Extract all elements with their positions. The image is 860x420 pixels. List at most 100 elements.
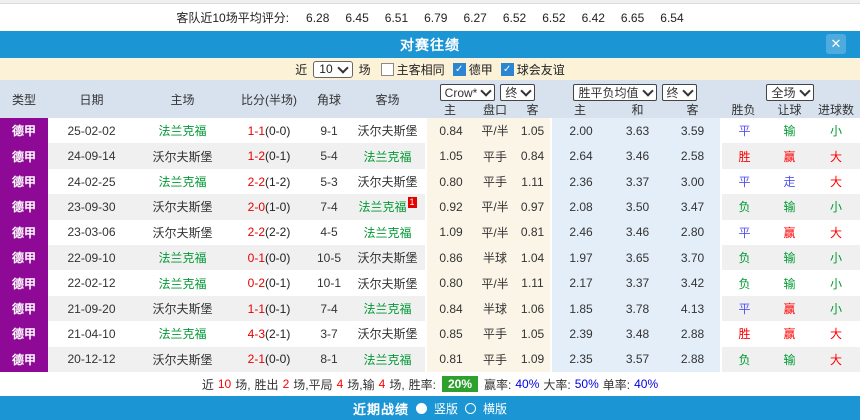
home-team[interactable]: 沃尔夫斯堡 [152, 148, 212, 165]
recent-results-bar: 近期战绩 竖版横版 [0, 396, 860, 420]
corner-score: 4-5 [308, 220, 350, 245]
away-team[interactable]: 法兰克福 [363, 224, 411, 241]
fulltime-select[interactable]: 全场 [766, 84, 813, 101]
odds-average-select[interactable]: 胜平负均值 [573, 84, 656, 101]
avg-score-value: 6.51 [385, 11, 408, 25]
ah-home-odds: 0.81 [425, 347, 475, 372]
away-team-cell: 沃尔夫斯堡 [350, 169, 425, 194]
avg-score-value: 6.65 [621, 11, 644, 25]
away-team[interactable]: 沃尔夫斯堡 [357, 122, 417, 139]
handicap-time-select[interactable]: 终 [500, 84, 535, 101]
halftime-score: (0-0) [265, 124, 290, 138]
summary-text: 胜出 [255, 376, 279, 393]
home-team-cell: 法兰克福 [135, 321, 230, 346]
ah-away-odds: 0.84 [515, 143, 550, 168]
filter-suffix-label: 场 [359, 61, 371, 78]
table-row: 德甲25-02-02法兰克福1-1(0-0)9-1沃尔夫斯堡0.84平/半1.0… [0, 118, 860, 143]
home-team[interactable]: 沃尔夫斯堡 [152, 351, 212, 368]
home-team[interactable]: 沃尔夫斯堡 [152, 198, 212, 215]
match-date: 21-04-10 [48, 321, 135, 346]
eu-home-odds: 2.46 [550, 220, 610, 245]
match-date: 21-09-20 [48, 296, 135, 321]
ah-line: 平/半 [475, 194, 515, 219]
close-icon[interactable]: ✕ [826, 34, 846, 54]
halftime-score: (1-2) [265, 175, 290, 189]
away-team[interactable]: 法兰克福 [363, 148, 411, 165]
score-cell: 2-2(1-2) [230, 169, 308, 194]
home-team[interactable]: 沃尔夫斯堡 [152, 224, 212, 241]
home-team[interactable]: 法兰克福 [158, 173, 206, 190]
away-team[interactable]: 沃尔夫斯堡 [357, 275, 417, 292]
ah-line: 平手 [475, 143, 515, 168]
checkbox-label: 主客相同 [397, 61, 445, 78]
layout-option-label[interactable]: 横版 [483, 400, 507, 417]
col-header-score: 比分(半场) [230, 91, 308, 108]
ah-home-odds: 0.80 [425, 169, 475, 194]
away-avg-rating-row: 客队近10场平均评分: 6.286.456.516.796.276.526.52… [0, 4, 860, 31]
away-team[interactable]: 法兰克福 [363, 351, 411, 368]
halftime-score: (2-2) [265, 225, 290, 239]
fulltime-score: 1-2 [248, 149, 265, 163]
win-rate-label: 胜率: [409, 376, 436, 393]
result-handicap: 输 [767, 245, 812, 270]
ah-away-odds: 1.11 [515, 270, 550, 295]
result-goals: 小 [812, 270, 860, 295]
table-body: 德甲25-02-02法兰克福1-1(0-0)9-1沃尔夫斯堡0.84平/半1.0… [0, 118, 860, 372]
halftime-score: (0-0) [265, 251, 290, 265]
checkbox-group-2: ✓球会友谊 [501, 61, 565, 78]
match-date: 20-12-12 [48, 347, 135, 372]
result-handicap: 输 [767, 118, 812, 143]
home-team[interactable]: 沃尔夫斯堡 [152, 300, 212, 317]
home-team-cell: 沃尔夫斯堡 [135, 220, 230, 245]
away-team-cell: 法兰克福 [350, 296, 425, 321]
checkbox-icon[interactable] [381, 63, 394, 76]
away-team[interactable]: 沃尔夫斯堡 [357, 173, 417, 190]
layout-radio-selected[interactable] [416, 403, 427, 414]
checkbox-icon[interactable]: ✓ [453, 63, 466, 76]
result-outcome: 负 [720, 245, 767, 270]
away-team[interactable]: 法兰克福 [363, 300, 411, 317]
profit-rate-value: 40% [515, 377, 539, 391]
layout-radio-unselected[interactable] [465, 403, 476, 414]
layout-option-label[interactable]: 竖版 [434, 400, 458, 417]
league-badge: 德甲 [0, 321, 48, 346]
checkbox-group-0: 主客相同 [381, 61, 445, 78]
corner-score: 5-4 [308, 143, 350, 168]
league-badge: 德甲 [0, 245, 48, 270]
h2h-popup: 客队近10场平均评分: 6.286.456.516.796.276.526.52… [0, 0, 860, 420]
win-count: 2 [283, 377, 290, 391]
summary-text: 场, [389, 376, 404, 393]
popup-title: 对赛往绩 [400, 35, 460, 55]
score-cell: 4-3(2-1) [230, 321, 308, 346]
fulltime-score: 0-1 [248, 251, 265, 265]
summary-text: 场,平局 [293, 376, 332, 393]
header-result-section: 全场 胜负 让球 进球数 [720, 80, 860, 118]
chevron-down-icon [481, 85, 492, 96]
away-team[interactable]: 沃尔夫斯堡 [357, 249, 417, 266]
match-count-select[interactable]: 10 [313, 61, 352, 78]
home-team[interactable]: 法兰克福 [158, 325, 206, 342]
home-team-cell: 沃尔夫斯堡 [135, 194, 230, 219]
home-team[interactable]: 法兰克福 [158, 249, 206, 266]
eu-draw-odds: 3.50 [610, 194, 665, 219]
bookmaker-select[interactable]: Crow* [440, 84, 496, 101]
filter-checkboxes: 主客相同✓德甲✓球会友谊 [381, 61, 565, 78]
league-badge: 德甲 [0, 143, 48, 168]
home-team-cell: 法兰克福 [135, 118, 230, 143]
away-team[interactable]: 沃尔夫斯堡 [357, 325, 417, 342]
home-team[interactable]: 法兰克福 [158, 275, 206, 292]
col-header-goals-result: 进球数 [812, 101, 860, 118]
chevron-down-icon [337, 62, 348, 73]
home-team[interactable]: 法兰克福 [158, 122, 206, 139]
away-team-cell: 沃尔夫斯堡 [350, 270, 425, 295]
summary-text: 场, [235, 376, 250, 393]
home-team-cell: 沃尔夫斯堡 [135, 143, 230, 168]
col-header-eu-away: 客 [665, 101, 720, 118]
corner-score: 7-4 [308, 296, 350, 321]
match-date: 23-09-30 [48, 194, 135, 219]
match-date: 22-09-10 [48, 245, 135, 270]
checkbox-icon[interactable]: ✓ [501, 63, 514, 76]
odds-time-select[interactable]: 终 [662, 84, 697, 101]
away-team[interactable]: 法兰克福 [358, 198, 406, 215]
eu-draw-odds: 3.37 [610, 169, 665, 194]
